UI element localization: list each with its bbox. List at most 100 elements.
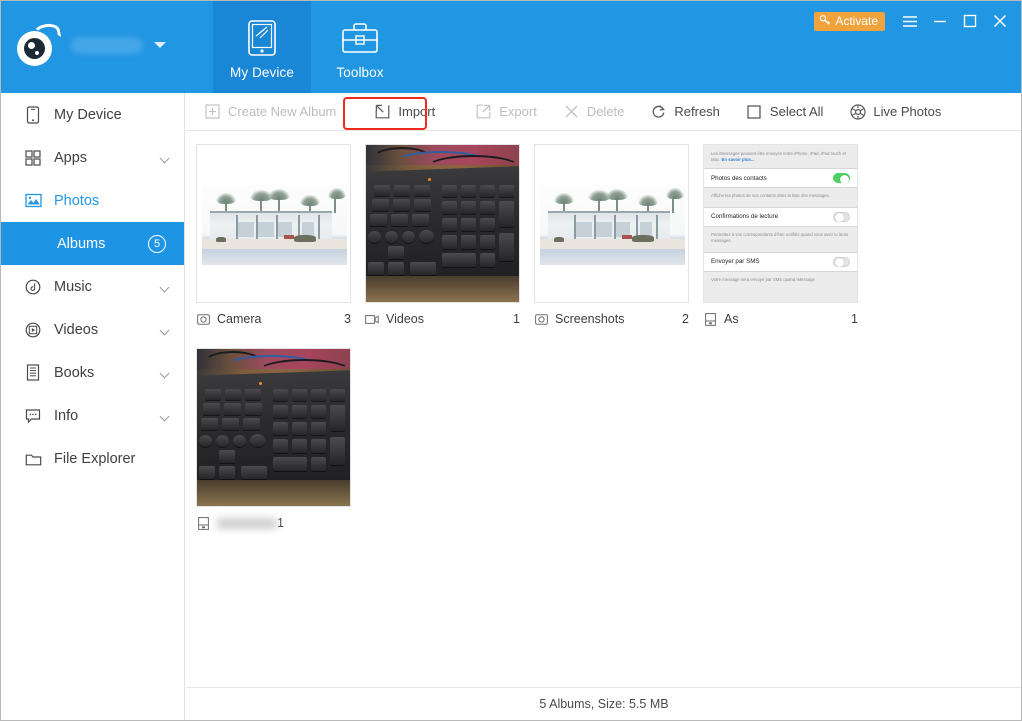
toolbar-item-label: Live Photos [873, 104, 942, 119]
album-item[interactable]: Camera 3 [196, 144, 365, 326]
album-toolbar: Create New Album Import Export Delete Re… [186, 93, 1021, 131]
keyboard-photo [197, 349, 350, 506]
photo-icon [23, 191, 43, 211]
album-item[interactable]: Screenshots 2 [534, 144, 703, 326]
minimize-button[interactable] [925, 7, 955, 35]
album-thumbnail[interactable]: Les iMessages peuvent être envoyés entre… [703, 144, 858, 303]
toolbar-item-label: Create New Album [228, 104, 337, 119]
status-text: 5 Albums, Size: 5.5 MB [539, 697, 669, 711]
export-button[interactable]: Export [475, 99, 537, 125]
ios-setting-label: Photos des contacts [711, 174, 767, 182]
maximize-icon [963, 14, 977, 28]
beach-house-photo [197, 145, 350, 302]
sidebar: My Device Apps Photos Albums 5 Music Vid… [1, 93, 185, 720]
grid-apps-icon [23, 148, 43, 168]
video-play-icon [23, 320, 43, 340]
album-name [217, 517, 277, 529]
sidebar-item-label: Photos [54, 192, 100, 209]
device-icon [196, 516, 210, 530]
album-name: Camera [217, 312, 262, 326]
ios-setting-row: Photos des contacts [704, 168, 857, 189]
toolbar-item-label: Delete [586, 104, 625, 119]
window-controls: Activate [814, 7, 1015, 35]
close-button[interactable] [985, 7, 1015, 35]
beach-house-photo [535, 145, 688, 302]
album-label-row: 1 [196, 516, 351, 530]
device-icon [703, 312, 717, 326]
album-item[interactable]: 1 [196, 348, 365, 530]
sidebar-item-videos[interactable]: Videos [1, 308, 184, 351]
sidebar-item-books[interactable]: Books [1, 351, 184, 394]
sidebar-item-label: File Explorer [54, 450, 136, 467]
chevron-down-icon[interactable] [159, 282, 170, 292]
album-grid: Camera 3 Videos 1 Screenshots 2 Les iMes… [186, 131, 1021, 552]
album-thumbnail[interactable] [196, 348, 351, 507]
refresh-button[interactable]: Refresh [650, 99, 720, 125]
album-thumbnail[interactable] [365, 144, 520, 303]
phone-icon [23, 105, 43, 125]
sidebar-item-apps[interactable]: Apps [1, 136, 184, 179]
tab-toolbox[interactable]: Toolbox [311, 1, 409, 93]
tab-my-device[interactable]: My Device [213, 1, 311, 93]
x-delete-icon [563, 103, 580, 120]
create-new-album-button[interactable]: Create New Album [204, 99, 336, 125]
album-name: Videos [386, 312, 424, 326]
ios-setting-label: Confirmations de lecture [711, 213, 779, 221]
album-item[interactable]: Videos 1 [365, 144, 534, 326]
import-arrow-icon [374, 103, 391, 120]
ios-setting-label: Envoyer par SMS [711, 258, 760, 266]
menu-button[interactable] [895, 7, 925, 35]
device-name-label [71, 36, 143, 54]
sidebar-item-file-explorer[interactable]: File Explorer [1, 437, 184, 480]
chevron-down-icon[interactable] [154, 42, 166, 48]
chevron-down-icon[interactable] [159, 153, 170, 163]
album-thumbnail[interactable] [534, 144, 689, 303]
checkbox-empty-icon [746, 103, 763, 120]
import-button[interactable]: Import [374, 99, 435, 125]
maximize-button[interactable] [955, 7, 985, 35]
toggle-switch-off [833, 211, 850, 223]
live-photos-icon [849, 103, 866, 120]
album-name: As [724, 312, 739, 326]
camera-icon [196, 312, 210, 326]
album-label-row: Camera 3 [196, 312, 351, 326]
sidebar-item-music[interactable]: Music [1, 265, 184, 308]
toggle-switch-off [833, 256, 850, 268]
music-disc-icon [23, 277, 43, 297]
ios-setting-desc: Permettez à vos correspondants d'être no… [711, 231, 849, 244]
sidebar-item-my-device[interactable]: My Device [1, 93, 184, 136]
sidebar-item-label: My Device [54, 106, 122, 123]
brand-device-selector[interactable] [15, 19, 166, 71]
top-tabs: My Device Toolbox [213, 1, 409, 93]
ios-setting-desc: Affiche les photos de vos contacts dans … [711, 193, 830, 199]
sidebar-item-info[interactable]: Info [1, 394, 184, 437]
main-content: Create New Album Import Export Delete Re… [186, 93, 1021, 720]
select-all-checkbox[interactable]: Select All [746, 99, 823, 125]
delete-button[interactable]: Delete [563, 99, 625, 125]
live-photos-button[interactable]: Live Photos [849, 99, 941, 125]
toolbar-item-label: Import [398, 104, 436, 119]
message-info-icon [23, 406, 43, 426]
hamburger-menu-icon [903, 15, 917, 27]
sidebar-subitem-label: Albums [57, 235, 106, 252]
album-thumbnail[interactable] [196, 144, 351, 303]
ios-setting-row: Envoyer par SMS [704, 251, 857, 272]
key-icon [819, 14, 831, 29]
tablet-icon [247, 17, 277, 59]
toolbox-icon [340, 17, 380, 59]
minimize-icon [934, 20, 946, 23]
itools-window: My Device Toolbox Activate My Device App… [0, 0, 1022, 721]
sidebar-item-photos[interactable]: Photos [1, 179, 184, 222]
toolbar-item-label: Refresh [674, 104, 720, 119]
album-item[interactable]: Les iMessages peuvent être envoyés entre… [703, 144, 872, 326]
chevron-down-icon[interactable] [159, 368, 170, 378]
close-icon [993, 14, 1007, 28]
toolbar-item-label: Export [499, 104, 537, 119]
toggle-switch-on [833, 173, 850, 184]
sidebar-item-albums[interactable]: Albums 5 [1, 222, 184, 265]
chevron-down-icon[interactable] [159, 325, 170, 335]
export-arrow-icon [475, 103, 492, 120]
activate-button[interactable]: Activate [814, 11, 885, 31]
chevron-down-icon[interactable] [159, 411, 170, 421]
sidebar-item-label: Info [54, 407, 79, 424]
